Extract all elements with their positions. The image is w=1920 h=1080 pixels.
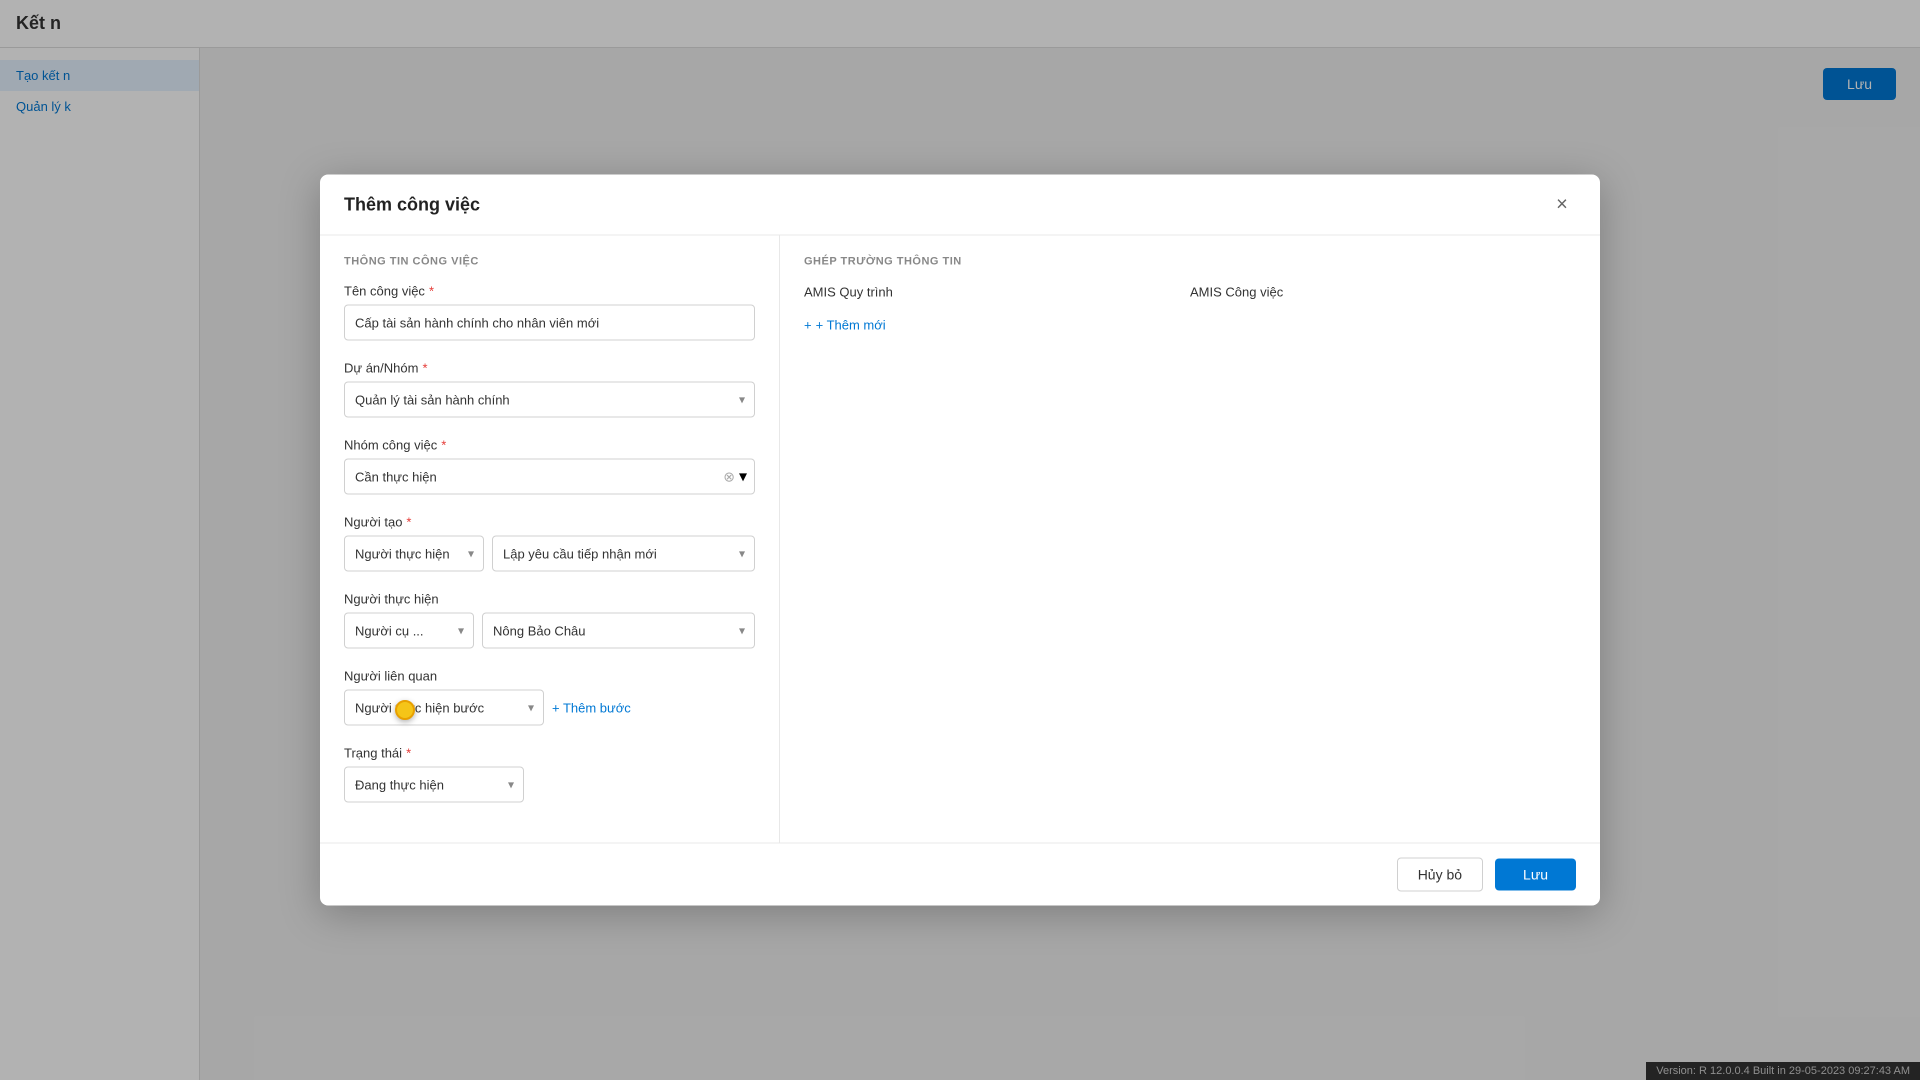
them-moi-link[interactable]: + + Thêm mới	[804, 318, 1576, 333]
ghep-col-right: AMIS Công việc	[1190, 284, 1576, 302]
trang-thai-label: Trạng thái *	[344, 746, 755, 761]
nguoi-thuc-hien-label: Người thực hiện	[344, 592, 755, 607]
modal-footer: Hủy bỏ Lưu	[320, 843, 1600, 906]
modal-dialog: Thêm công việc × THÔNG TIN CÔNG VIỆC Tên…	[320, 175, 1600, 906]
ten-cong-viec-input[interactable]	[344, 305, 755, 341]
nguoi-lien-quan-select-wrapper: Người thực hiện bước ▾	[344, 690, 544, 726]
nguoi-thuc-hien-col1-select[interactable]: Người cụ ...	[344, 613, 474, 649]
right-panel: GHÉP TRƯỜNG THÔNG TIN AMIS Quy trình AMI…	[780, 236, 1600, 843]
modal-body: THÔNG TIN CÔNG VIỆC Tên công việc * Dự á…	[320, 236, 1600, 843]
nguoi-tao-col1-wrapper: Người thực hiện bước ▾	[344, 536, 484, 572]
nguoi-thuc-hien-col2-select[interactable]: Nông Bảo Châu	[482, 613, 755, 649]
du-an-nhom-label: Dự án/Nhóm *	[344, 361, 755, 376]
nguoi-lien-quan-group: Người liên quan Người thực hiện bước ▾ +…	[344, 669, 755, 726]
them-moi-label: + Thêm mới	[816, 318, 886, 333]
ten-cong-viec-label: Tên công việc *	[344, 284, 755, 299]
nguoi-tao-label: Người tạo *	[344, 515, 755, 530]
trang-thai-group: Trạng thái * Đang thực hiện ▾	[344, 746, 755, 803]
save-button[interactable]: Lưu	[1495, 859, 1576, 891]
nguoi-thuc-hien-row: Người cụ ... ▾ Nông Bảo Châu ▾	[344, 613, 755, 649]
them-moi-plus-icon: +	[804, 318, 812, 333]
modal-close-button[interactable]: ×	[1548, 191, 1576, 219]
nguoi-thuc-hien-col2-wrapper: Nông Bảo Châu ▾	[482, 613, 755, 649]
cancel-button[interactable]: Hủy bỏ	[1397, 858, 1483, 892]
trang-thai-required: *	[406, 746, 411, 761]
trang-thai-select-wrapper: Đang thực hiện ▾	[344, 767, 524, 803]
nhom-cong-viec-group: Nhóm công việc * Cần thực hiện ⊗ ▾	[344, 438, 755, 495]
nhom-cong-viec-required: *	[441, 438, 446, 453]
modal-title: Thêm công việc	[344, 194, 480, 215]
nguoi-tao-group: Người tạo * Người thực hiện bước ▾ Lập y…	[344, 515, 755, 572]
ten-cong-viec-group: Tên công việc *	[344, 284, 755, 341]
nguoi-lien-quan-select[interactable]: Người thực hiện bước	[344, 690, 544, 726]
trang-thai-select[interactable]: Đang thực hiện	[344, 767, 524, 803]
left-panel: THÔNG TIN CÔNG VIỆC Tên công việc * Dự á…	[320, 236, 780, 843]
nhom-cong-viec-label: Nhóm công việc *	[344, 438, 755, 453]
ten-cong-viec-required: *	[429, 284, 434, 299]
ghep-col-left: AMIS Quy trình	[804, 284, 1190, 302]
nguoi-thuc-hien-group: Người thực hiện Người cụ ... ▾ Nông Bảo …	[344, 592, 755, 649]
nguoi-lien-quan-label: Người liên quan	[344, 669, 755, 684]
nguoi-tao-row: Người thực hiện bước ▾ Lập yêu cầu tiếp …	[344, 536, 755, 572]
nguoi-tao-col2-select[interactable]: Lập yêu cầu tiếp nhận mới	[492, 536, 755, 572]
nguoi-tao-required: *	[406, 515, 411, 530]
left-section-title: THÔNG TIN CÔNG VIỆC	[344, 256, 755, 268]
nhom-cong-viec-select[interactable]: Cần thực hiện	[344, 459, 755, 495]
nguoi-tao-col2-wrapper: Lập yêu cầu tiếp nhận mới ▾	[492, 536, 755, 572]
nguoi-thuc-hien-col1-wrapper: Người cụ ... ▾	[344, 613, 474, 649]
nhom-cong-viec-clear-icon[interactable]: ⊗	[723, 468, 735, 485]
right-section-title: GHÉP TRƯỜNG THÔNG TIN	[804, 256, 1576, 268]
du-an-nhom-required: *	[422, 361, 427, 376]
amis-quy-trinh-title: AMIS Quy trình	[804, 285, 893, 300]
nguoi-lien-quan-row: Người thực hiện bước ▾ + Thêm bước	[344, 690, 755, 726]
du-an-nhom-select-wrapper: Quản lý tài sản hành chính ▾	[344, 382, 755, 418]
du-an-nhom-group: Dự án/Nhóm * Quản lý tài sản hành chính …	[344, 361, 755, 418]
modal-header: Thêm công việc ×	[320, 175, 1600, 236]
ghep-truong-header: AMIS Quy trình AMIS Công việc	[804, 284, 1576, 302]
them-buoc-link[interactable]: + Thêm bước	[552, 700, 631, 715]
amis-cong-viec-title: AMIS Công việc	[1190, 285, 1283, 300]
nguoi-tao-col1-select[interactable]: Người thực hiện bước	[344, 536, 484, 572]
du-an-nhom-select[interactable]: Quản lý tài sản hành chính	[344, 382, 755, 418]
nhom-cong-viec-select-wrapper: Cần thực hiện ⊗ ▾	[344, 459, 755, 495]
